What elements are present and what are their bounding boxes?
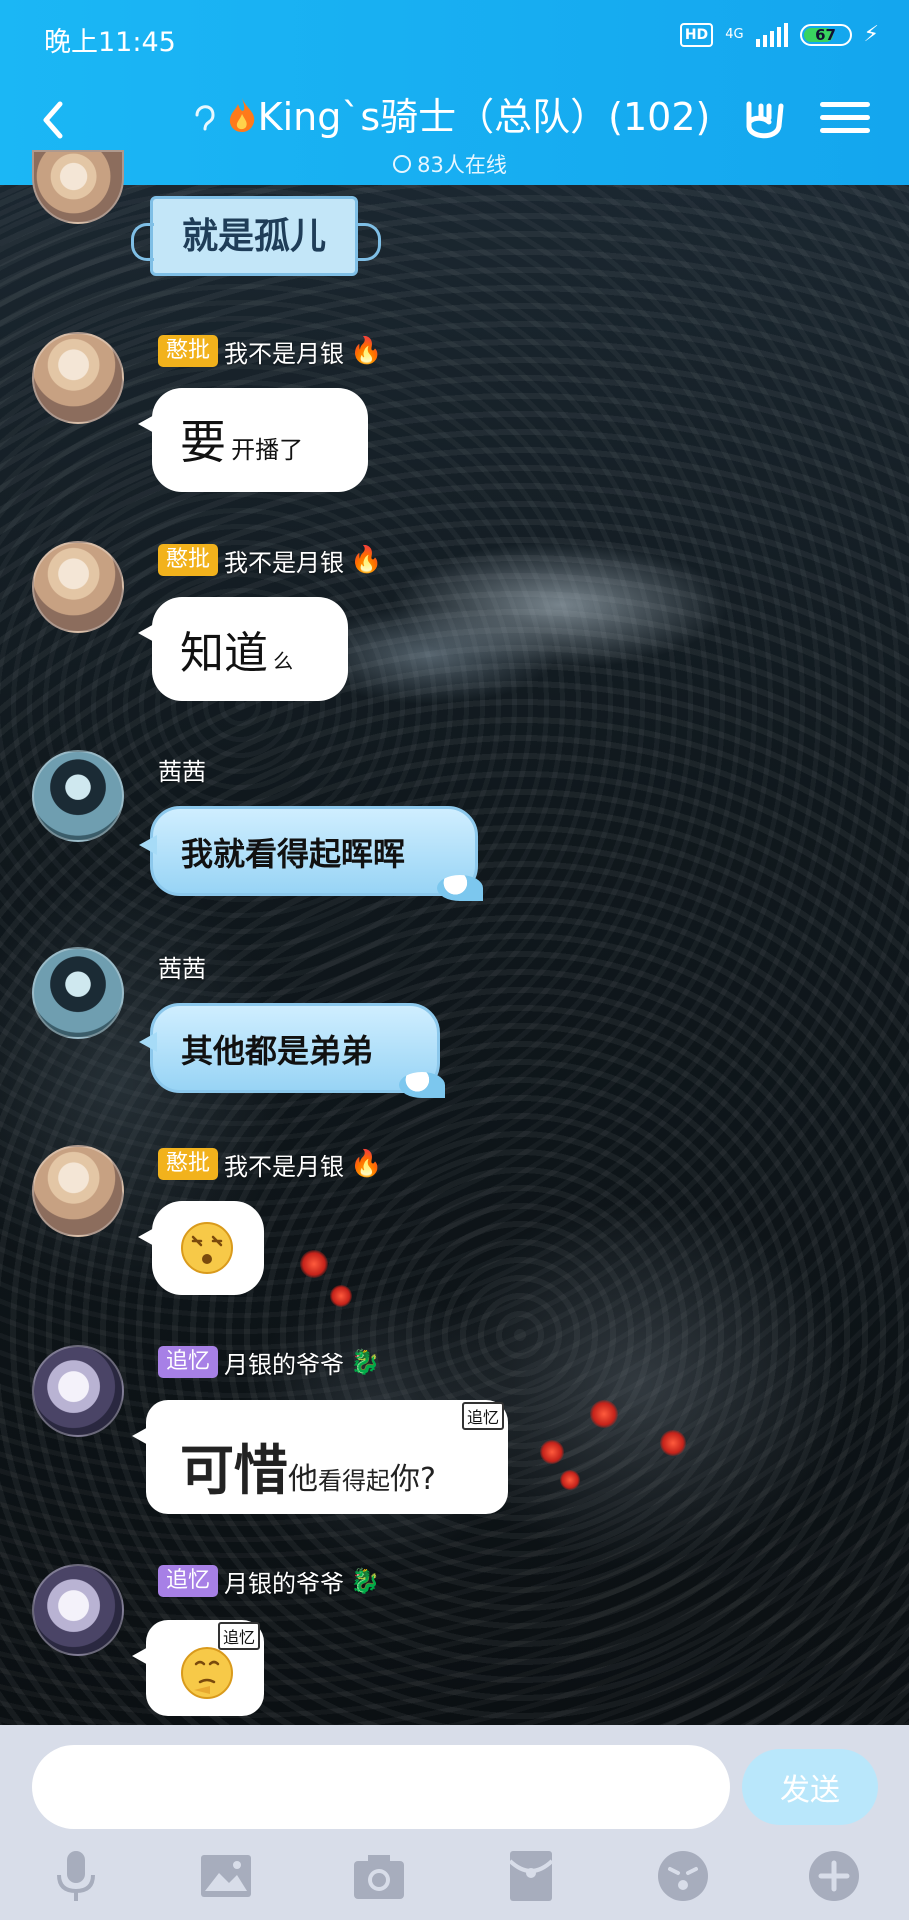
hd-icon: HD — [679, 22, 714, 47]
image-icon — [201, 1855, 251, 1897]
background-ember — [560, 1470, 580, 1490]
avatar[interactable] — [32, 1345, 124, 1437]
dragon-badge-icon: 🐉 — [350, 1567, 380, 1595]
member-tag: 追忆 — [158, 1346, 219, 1378]
sender-line: 追忆 月银的爷爷 🐉 — [158, 1345, 380, 1379]
online-status: 83人在线 — [150, 149, 750, 179]
camera-icon — [354, 1855, 404, 1899]
dragon-badge-icon: 🐉 — [350, 1348, 380, 1376]
emoji-icon — [658, 1851, 708, 1901]
menu-icon — [820, 102, 870, 133]
thinking-face-emoji — [181, 1647, 233, 1699]
microphone-icon — [57, 1851, 95, 1901]
back-button[interactable] — [28, 92, 84, 148]
message-bubble[interactable]: 要 开播了 — [138, 388, 368, 492]
background-ember — [590, 1400, 618, 1428]
member-tag: 追忆 — [158, 1565, 219, 1597]
more-button[interactable] — [805, 1847, 863, 1905]
nav-bar: King`s骑士（总队）(102) 83人在线 — [0, 72, 909, 185]
message-bubble[interactable]: 知道 么 — [138, 597, 348, 701]
sender-name[interactable]: 我不是月银 — [224, 334, 344, 369]
online-check-icon — [393, 155, 412, 173]
bubble-badge: 追忆 — [217, 1622, 260, 1650]
input-panel: 发送 — [0, 1725, 909, 1920]
background-ember — [300, 1250, 328, 1278]
sender-line: 憨批 我不是月银 🔥 — [158, 334, 382, 368]
message-text: 可惜他看得起你? — [180, 1439, 436, 1502]
red-packet-icon — [508, 1851, 554, 1901]
plus-icon — [809, 1851, 859, 1901]
message-bubble[interactable] — [138, 1201, 264, 1295]
message-text: 要 开播了 — [180, 415, 304, 469]
message-bubble[interactable]: 就是孤儿 — [131, 196, 381, 276]
status-time: 晚上11:45 — [44, 27, 176, 58]
menu-button[interactable] — [820, 94, 870, 144]
group-game-button[interactable] — [735, 92, 791, 148]
red-packet-button[interactable] — [502, 1847, 560, 1905]
avatar[interactable] — [32, 1145, 124, 1237]
network-type: 4G — [725, 26, 744, 42]
group-title: King`s骑士（总队）(102) — [150, 86, 750, 143]
sender-line: 茜茜 — [158, 752, 206, 786]
sender-line: 憨批 我不是月银 🔥 — [158, 543, 382, 577]
ear-icon — [190, 99, 220, 141]
message-input[interactable] — [32, 1745, 730, 1829]
sender-name[interactable]: 月银的爷爷 — [224, 1345, 344, 1380]
sender-line: 憨批 我不是月银 🔥 — [158, 1147, 382, 1181]
avatar[interactable] — [32, 541, 124, 633]
message-text: 我就看得起晖晖 — [181, 835, 406, 873]
wave-decoration — [437, 875, 483, 901]
sender-name[interactable]: 月银的爷爷 — [224, 1564, 344, 1599]
rock-hand-icon — [746, 101, 784, 139]
message-text: 其他都是弟弟 — [181, 1032, 374, 1070]
back-icon — [43, 101, 63, 139]
wave-decoration — [399, 1072, 445, 1098]
fire-badge-icon: 🔥 — [350, 1149, 383, 1179]
bubble-badge: 追忆 — [461, 1402, 504, 1430]
message-text: 知道 么 — [180, 628, 294, 679]
message-bubble[interactable]: 追忆 可惜他看得起你? — [132, 1400, 508, 1514]
background-ember — [540, 1440, 564, 1464]
background-ember — [660, 1430, 686, 1456]
avatar[interactable] — [32, 947, 124, 1039]
sender-line: 追忆 月银的爷爷 🐉 — [158, 1564, 380, 1598]
member-tag: 憨批 — [158, 1148, 219, 1180]
message-bubble[interactable]: 我就看得起晖晖 — [139, 806, 483, 901]
image-button[interactable] — [197, 1847, 255, 1905]
member-tag: 憨批 — [158, 544, 219, 576]
dizzy-face-emoji — [181, 1222, 233, 1274]
chat-header: 晚上11:45 HD 4G 67 ⚡ King`s骑士（总队）(102) 83人… — [0, 0, 909, 185]
group-title-text: King`s骑士（总队）(102) — [257, 95, 711, 139]
sender-name[interactable]: 我不是月银 — [224, 543, 344, 578]
emoji-button[interactable] — [654, 1847, 712, 1905]
fire-badge-icon: 🔥 — [350, 336, 383, 366]
charging-icon: ⚡ — [863, 22, 879, 47]
sender-line: 茜茜 — [158, 949, 206, 983]
status-bar: 晚上11:45 HD 4G 67 ⚡ — [0, 0, 909, 72]
voice-button[interactable] — [47, 1847, 105, 1905]
title-area[interactable]: King`s骑士（总队）(102) 83人在线 — [150, 86, 750, 179]
avatar[interactable] — [32, 1564, 124, 1656]
signal-icon — [755, 22, 788, 47]
member-tag: 憨批 — [158, 335, 219, 367]
sender-name[interactable]: 我不是月银 — [224, 1147, 344, 1182]
avatar[interactable] — [32, 332, 124, 424]
battery-level: 67 — [815, 25, 836, 44]
message-text: 就是孤儿 — [181, 215, 326, 257]
battery-icon: 67 — [799, 23, 852, 46]
message-bubble[interactable]: 其他都是弟弟 — [139, 1003, 445, 1098]
flame-icon — [226, 96, 258, 143]
camera-button[interactable] — [350, 1847, 408, 1905]
fire-badge-icon: 🔥 — [350, 545, 383, 575]
send-button[interactable]: 发送 — [742, 1749, 878, 1825]
online-count: 83人在线 — [417, 153, 507, 177]
sender-name[interactable]: 茜茜 — [158, 752, 206, 787]
status-icons: HD 4G 67 ⚡ — [679, 22, 879, 47]
message-bubble[interactable]: 追忆 — [132, 1620, 264, 1716]
sender-name[interactable]: 茜茜 — [158, 949, 206, 984]
avatar[interactable] — [32, 750, 124, 842]
background-ember — [330, 1285, 352, 1307]
